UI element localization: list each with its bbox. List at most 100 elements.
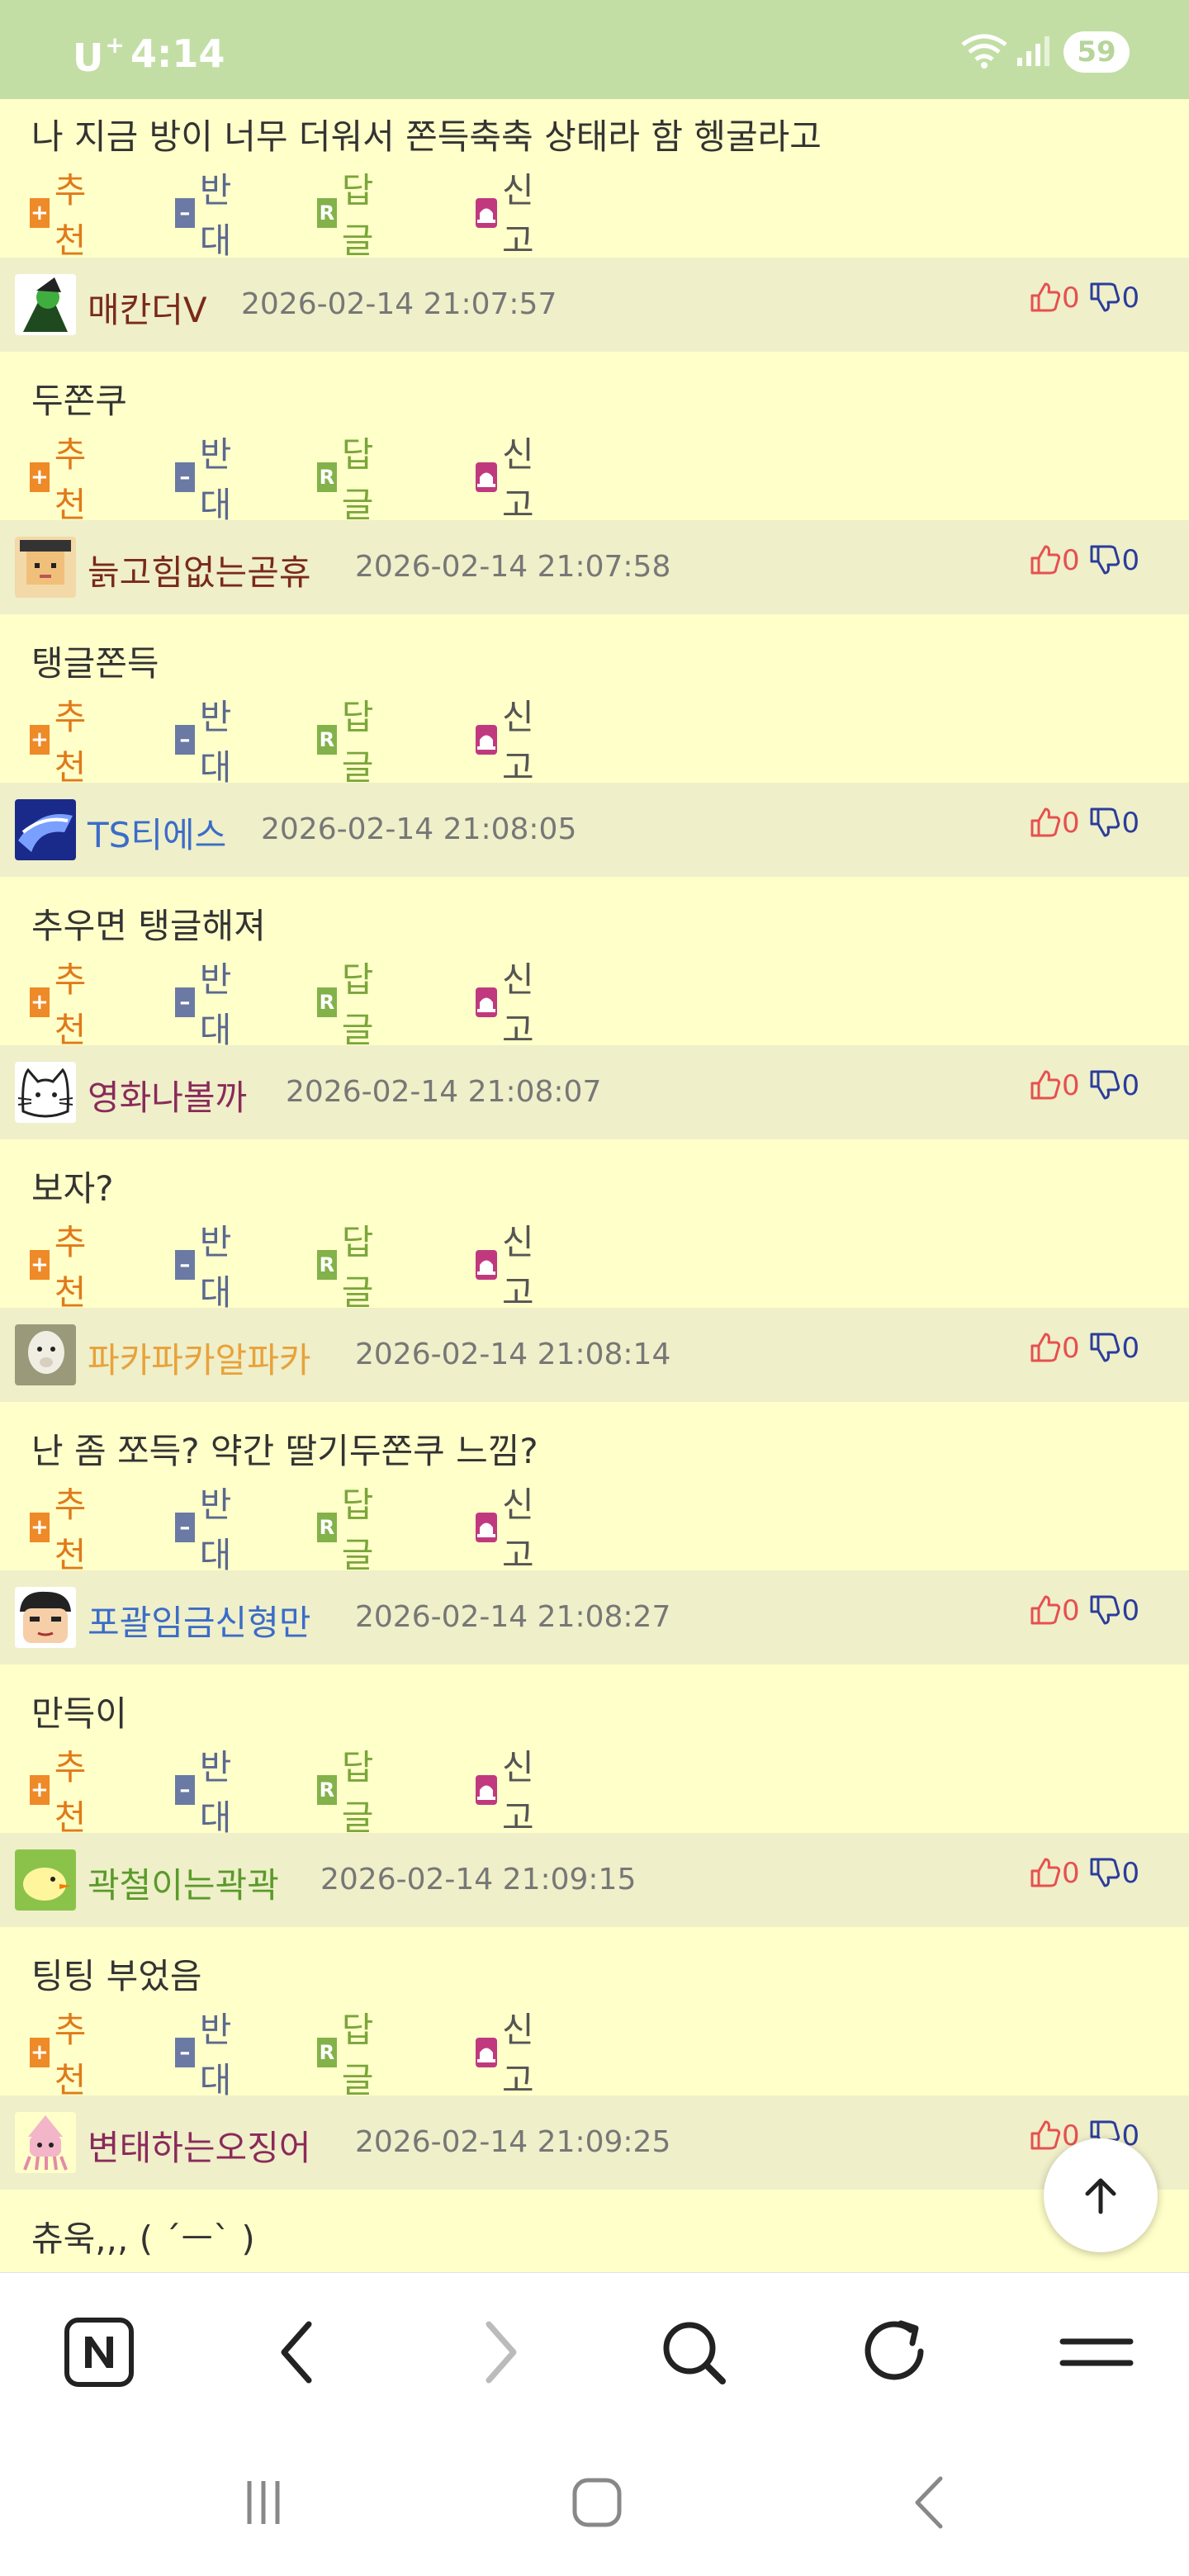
recommend-button[interactable]: + 추천	[30, 434, 97, 525]
author-nickname[interactable]: 변태하는오징어	[88, 2120, 310, 2171]
downvote-count: 0	[1121, 1069, 1140, 1102]
menu-button[interactable]	[1055, 2311, 1138, 2394]
oppose-button[interactable]: – 반대	[175, 1222, 242, 1313]
reply-button[interactable]: R 답글	[317, 170, 384, 261]
report-button[interactable]: 신고	[476, 1222, 542, 1313]
naver-home-button[interactable]	[58, 2311, 140, 2394]
thumbs-up-icon	[1029, 1857, 1062, 1890]
arrow-up-icon	[1085, 2178, 1116, 2214]
recommend-button[interactable]: + 추천	[30, 697, 97, 788]
system-nav-bar	[0, 2429, 1189, 2576]
siren-icon	[476, 1513, 497, 1542]
naver-n-icon	[64, 2318, 134, 2387]
recent-apps-button[interactable]	[226, 2465, 301, 2540]
plus-icon: +	[30, 1775, 50, 1805]
back-button[interactable]	[256, 2311, 339, 2394]
reload-button[interactable]	[854, 2311, 936, 2394]
author-nickname[interactable]: 파카파카알파카	[88, 1333, 310, 1383]
reply-icon: R	[317, 725, 337, 755]
comment-text: 추우면 탱글해져	[31, 906, 266, 946]
reply-button[interactable]: R 답글	[317, 434, 384, 525]
home-button[interactable]	[560, 2465, 634, 2540]
vote-counts: 0 0	[1029, 806, 1139, 847]
comment-text: 팅팅 부었음	[31, 1956, 202, 1996]
home-icon	[572, 2478, 622, 2527]
siren-icon	[476, 462, 497, 492]
report-button[interactable]: 신고	[476, 697, 542, 788]
oppose-button[interactable]: – 반대	[175, 434, 242, 525]
comment-author-bar: 늙고힘없는곧휴 2026-02-14 21:07:58 0 0	[0, 520, 1189, 614]
siren-icon	[476, 198, 497, 228]
oppose-button[interactable]: – 반대	[175, 959, 242, 1050]
report-button[interactable]: 신고	[476, 1485, 542, 1575]
plus-icon: +	[30, 1513, 50, 1542]
downvote-count: 0	[1121, 282, 1140, 315]
siren-icon	[476, 1775, 497, 1805]
reply-button[interactable]: R 답글	[317, 697, 384, 788]
scroll-top-button[interactable]	[1044, 2138, 1158, 2252]
comment-list[interactable]: 나 지금 방이 너무 더워서 쫀득축축 상태라 함 헹굴라고 + 추천 – 반대 R…	[0, 99, 1189, 2272]
report-button[interactable]: 신고	[476, 434, 542, 525]
oppose-button[interactable]: – 반대	[175, 697, 242, 788]
author-nickname[interactable]: 곽철이는곽곽	[88, 1858, 279, 1908]
minus-icon: –	[175, 1513, 195, 1542]
report-button[interactable]: 신고	[476, 1747, 542, 1838]
reply-button[interactable]: R 답글	[317, 959, 384, 1050]
search-button[interactable]	[652, 2311, 735, 2394]
comment-author-bar: TS티에스 2026-02-14 21:08:05 0 0	[0, 783, 1189, 877]
thumbs-down-icon	[1088, 807, 1121, 840]
shin-avatar[interactable]	[15, 1587, 76, 1648]
plus-icon: +	[30, 1250, 50, 1280]
thumbs-down-icon	[1088, 282, 1121, 315]
comment-author-bar: 매칸더V 2026-02-14 21:07:57 0 0	[0, 258, 1189, 352]
chevron-left-icon	[281, 2321, 312, 2384]
comment-text: 두쫀쿠	[31, 381, 127, 421]
plus-icon: +	[30, 198, 50, 228]
cat-avatar[interactable]	[15, 1062, 76, 1123]
blue-avatar[interactable]	[15, 799, 76, 860]
recommend-button[interactable]: + 추천	[30, 1747, 97, 1838]
downvote-count: 0	[1121, 544, 1140, 577]
oppose-button[interactable]: – 반대	[175, 1485, 242, 1575]
reply-button[interactable]: R 답글	[317, 1747, 384, 1838]
report-button[interactable]: 신고	[476, 170, 542, 261]
squid-avatar[interactable]	[15, 2112, 76, 2173]
comment-author-bar: 포괄임금신형만 2026-02-14 21:08:27 0 0	[0, 1570, 1189, 1664]
author-nickname[interactable]: 영화나볼까	[88, 1070, 247, 1120]
forward-button[interactable]	[459, 2311, 542, 2394]
thumbs-up-icon	[1029, 282, 1062, 315]
oppose-button[interactable]: – 반대	[175, 2010, 242, 2100]
recommend-button[interactable]: + 추천	[30, 2010, 97, 2100]
minus-icon: –	[175, 987, 195, 1017]
carrier-label: U+	[73, 31, 125, 80]
reply-icon: R	[317, 1513, 337, 1542]
hamburger-icon	[1059, 2338, 1134, 2366]
duck-avatar[interactable]	[15, 1849, 76, 1911]
report-button[interactable]: 신고	[476, 959, 542, 1050]
author-nickname[interactable]: 매칸더V	[88, 282, 207, 333]
upvote-count: 0	[1062, 1332, 1080, 1365]
alpaca-avatar[interactable]	[15, 1324, 76, 1385]
oppose-button[interactable]: – 반대	[175, 1747, 242, 1838]
recommend-button[interactable]: + 추천	[30, 1485, 97, 1575]
report-button[interactable]: 신고	[476, 2010, 542, 2100]
thumbs-up-icon	[1029, 1332, 1062, 1365]
downvote-count: 0	[1121, 807, 1140, 840]
comment-text: 탱글쫀득	[31, 643, 159, 684]
author-nickname[interactable]: 포괄임금신형만	[88, 1595, 310, 1646]
reply-button[interactable]: R 답글	[317, 2010, 384, 2100]
oppose-button[interactable]: – 반대	[175, 170, 242, 261]
hat-avatar[interactable]	[15, 537, 76, 598]
recommend-button[interactable]: + 추천	[30, 959, 97, 1050]
recommend-button[interactable]: + 추천	[30, 170, 97, 261]
recommend-button[interactable]: + 추천	[30, 1222, 97, 1313]
signal-icon	[1017, 36, 1049, 66]
comment-date: 2026-02-14 21:08:14	[355, 1338, 671, 1371]
system-back-button[interactable]	[893, 2465, 968, 2540]
reply-button[interactable]: R 답글	[317, 1485, 384, 1575]
author-nickname[interactable]: TS티에스	[88, 807, 226, 858]
witch-avatar[interactable]	[15, 274, 76, 335]
author-nickname[interactable]: 늙고힘없는곧휴	[88, 545, 310, 595]
reply-button[interactable]: R 답글	[317, 1222, 384, 1313]
browser-toolbar	[0, 2272, 1189, 2430]
